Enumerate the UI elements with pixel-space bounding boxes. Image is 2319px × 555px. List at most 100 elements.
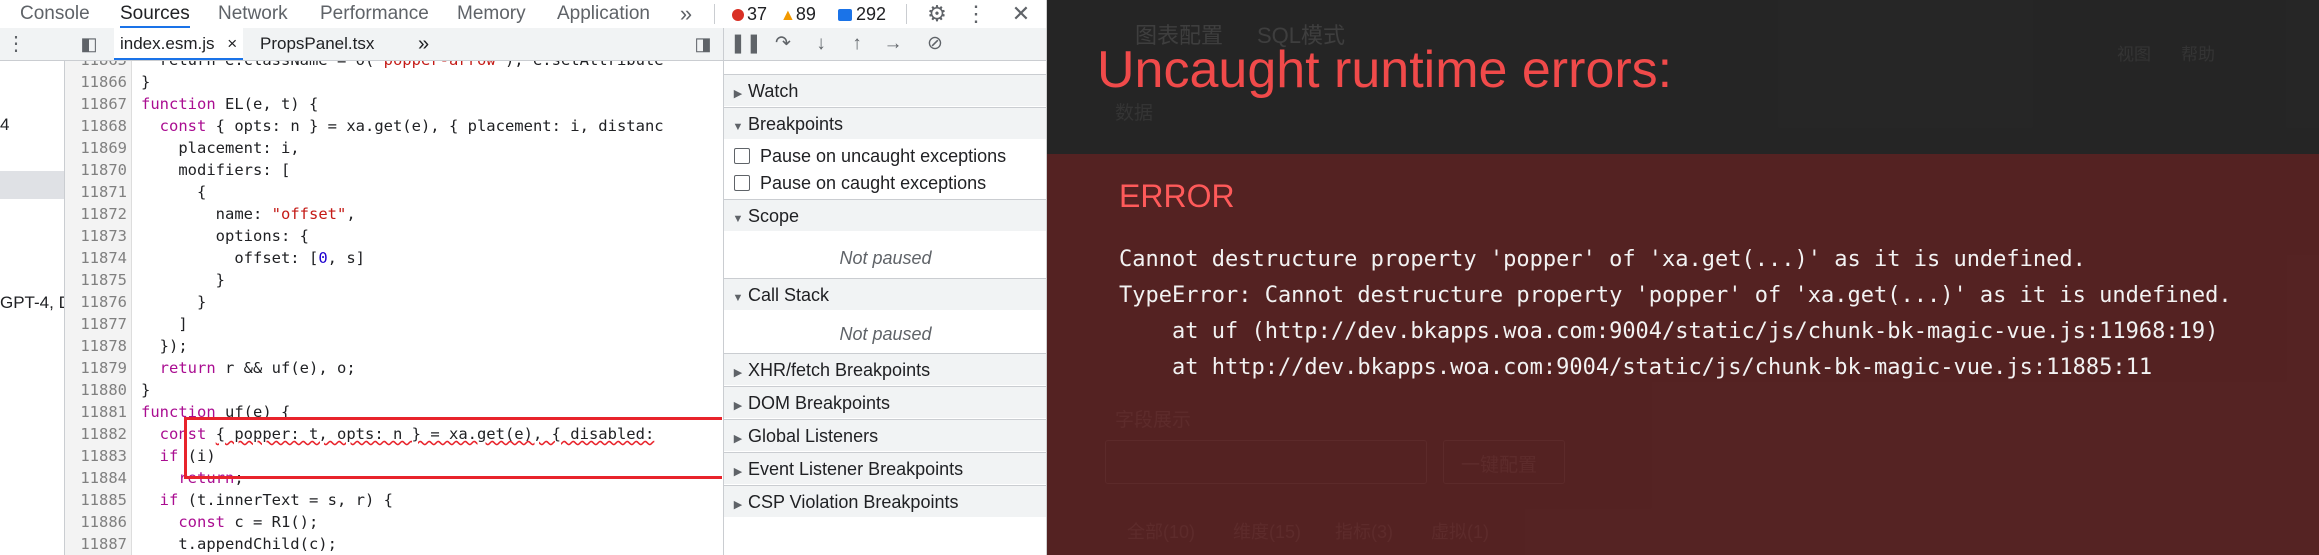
collapse-icon: ▼ (732, 213, 744, 225)
tab-performance[interactable]: Performance (320, 0, 429, 28)
pause-caught-row[interactable]: Pause on caught exceptions (734, 170, 986, 196)
issues-count-badge[interactable]: 292 (838, 4, 886, 24)
toggle-navigator-icon[interactable]: ◧ (76, 30, 102, 58)
navigator-more-icon[interactable]: ⋮ (4, 30, 28, 58)
stack-line: at http://dev.bkapps.woa.com:9004/static… (1119, 355, 2153, 380)
section-label: Watch (748, 81, 799, 101)
line-number[interactable]: 11884 (65, 467, 127, 489)
code-line: offset: [0, s] (141, 249, 365, 267)
line-number[interactable]: 11879 (65, 357, 127, 379)
section-global-listeners[interactable]: ▶ Global Listeners (724, 419, 1046, 451)
line-number[interactable]: 11871 (65, 181, 127, 203)
code-line: return e.className = o("popper-arrow"), … (141, 61, 664, 71)
line-number[interactable]: 11885 (65, 489, 127, 511)
tab-application[interactable]: Application (557, 0, 650, 28)
more-options-icon[interactable]: ⋮ (964, 0, 988, 28)
settings-gear-icon[interactable]: ⚙ (922, 0, 952, 28)
warning-icon: ▲ (780, 7, 796, 24)
line-number[interactable]: 11865 (65, 61, 127, 71)
line-number[interactable]: 11880 (65, 379, 127, 401)
stack-line: TypeError: Cannot destructure property '… (1119, 283, 2232, 308)
line-number[interactable]: 11882 (65, 423, 127, 445)
devtools-left-edge (0, 0, 6, 28)
error-count-badge[interactable]: 37 (732, 4, 767, 24)
warning-count-badge[interactable]: ▲89 (780, 4, 816, 24)
code-line: { (141, 183, 207, 201)
code-editor[interactable]: 11865 return e.className = o("popper-arr… (65, 61, 722, 555)
line-number[interactable]: 11866 (65, 71, 127, 93)
line-number[interactable]: 11876 (65, 291, 127, 313)
pause-uncaught-row[interactable]: Pause on uncaught exceptions (734, 143, 1006, 169)
debugger-toolbar: ❚❚ ↷ ↓ ↑ → ⊘ (724, 28, 1046, 61)
pause-icon[interactable]: ❚❚ (730, 28, 762, 60)
section-watch[interactable]: ▶ Watch (724, 74, 1046, 106)
code-line: } (141, 73, 151, 91)
close-devtools-icon[interactable]: ✕ (1006, 0, 1036, 28)
more-tabs-button[interactable]: » (674, 0, 698, 28)
line-number[interactable]: 11883 (65, 445, 127, 467)
line-number[interactable]: 11870 (65, 159, 127, 181)
line-number[interactable]: 11872 (65, 203, 127, 225)
issues-count: 292 (856, 4, 887, 24)
code-line: } (141, 381, 151, 399)
line-number[interactable]: 11887 (65, 533, 127, 555)
section-breakpoints[interactable]: ▼ Breakpoints (724, 107, 1046, 139)
stack-line: at uf (http://dev.bkapps.woa.com:9004/st… (1119, 319, 2219, 344)
pause-uncaught-checkbox[interactable] (734, 148, 750, 164)
error-highlight-box (184, 417, 722, 479)
deactivate-breakpoints-icon[interactable]: ⊘ (920, 28, 950, 60)
code-line: modifiers: [ (141, 161, 291, 179)
code-line: } (141, 293, 207, 311)
section-scope[interactable]: ▼ Scope (724, 199, 1046, 231)
line-number[interactable]: 11868 (65, 115, 127, 137)
file-tab-propspanel[interactable]: PropsPanel.tsx (260, 28, 374, 60)
line-number[interactable]: 11877 (65, 313, 127, 335)
line-number[interactable]: 11874 (65, 247, 127, 269)
app-viewport: 图表配置 SQL模式 数据 视图 帮助 字段展示 一键配置 全部(10) 维度(… (1047, 0, 2319, 555)
error-label: ERROR (1119, 178, 1235, 214)
step-into-icon[interactable]: ↓ (806, 28, 836, 60)
line-number[interactable]: 11869 (65, 137, 127, 159)
more-files-button[interactable]: » (418, 28, 429, 60)
step-over-icon[interactable]: ↷ (768, 28, 798, 60)
tab-console[interactable]: Console (20, 0, 90, 28)
warning-count: 89 (795, 4, 816, 24)
collapse-icon: ▼ (732, 292, 744, 304)
line-number[interactable]: 11867 (65, 93, 127, 115)
line-number[interactable]: 11873 (65, 225, 127, 247)
file-tab-index-esm[interactable]: index.esm.js × (114, 28, 244, 60)
toggle-debugger-icon[interactable]: ◨ (690, 30, 716, 58)
line-number[interactable]: 11881 (65, 401, 127, 423)
code-line: } (141, 271, 225, 289)
code-line: const c = R1(); (178, 513, 319, 531)
section-xhr-breakpoints[interactable]: ▶ XHR/fetch Breakpoints (724, 353, 1046, 385)
devtools-panel: Console Sources Network Performance Memo… (0, 0, 1047, 555)
section-csp-violation-breakpoints[interactable]: ▶ CSP Violation Breakpoints (724, 485, 1046, 517)
step-out-icon[interactable]: ↑ (842, 28, 872, 60)
close-tab-icon[interactable]: × (227, 34, 237, 53)
tab-network[interactable]: Network (218, 0, 288, 28)
section-event-listener-breakpoints[interactable]: ▶ Event Listener Breakpoints (724, 452, 1046, 484)
line-number[interactable]: 11886 (65, 511, 127, 533)
code-line: name: "offset", (141, 205, 356, 223)
line-number[interactable]: 11875 (65, 269, 127, 291)
navigator-item[interactable]: GPT-4, Di (0, 293, 64, 313)
error-icon (732, 9, 744, 21)
navigator-selected-item[interactable] (0, 171, 64, 199)
section-call-stack[interactable]: ▼ Call Stack (724, 278, 1046, 310)
pause-caught-checkbox[interactable] (734, 175, 750, 191)
expand-icon: ▶ (733, 400, 743, 412)
section-label: Event Listener Breakpoints (748, 459, 964, 479)
navigator-item[interactable]: 4 (0, 115, 9, 135)
tab-memory[interactable]: Memory (457, 0, 526, 28)
expand-icon: ▶ (733, 88, 743, 100)
tab-sources[interactable]: Sources (120, 0, 190, 28)
callstack-not-paused: Not paused (839, 324, 932, 344)
step-icon[interactable]: → (878, 28, 908, 60)
code-line: }); (141, 337, 188, 355)
divider (906, 4, 907, 24)
line-number[interactable]: 11878 (65, 335, 127, 357)
code-line: const { opts: n } = xa.get(e), { placeme… (159, 117, 664, 135)
section-label: CSP Violation Breakpoints (748, 492, 959, 512)
section-dom-breakpoints[interactable]: ▶ DOM Breakpoints (724, 386, 1046, 418)
